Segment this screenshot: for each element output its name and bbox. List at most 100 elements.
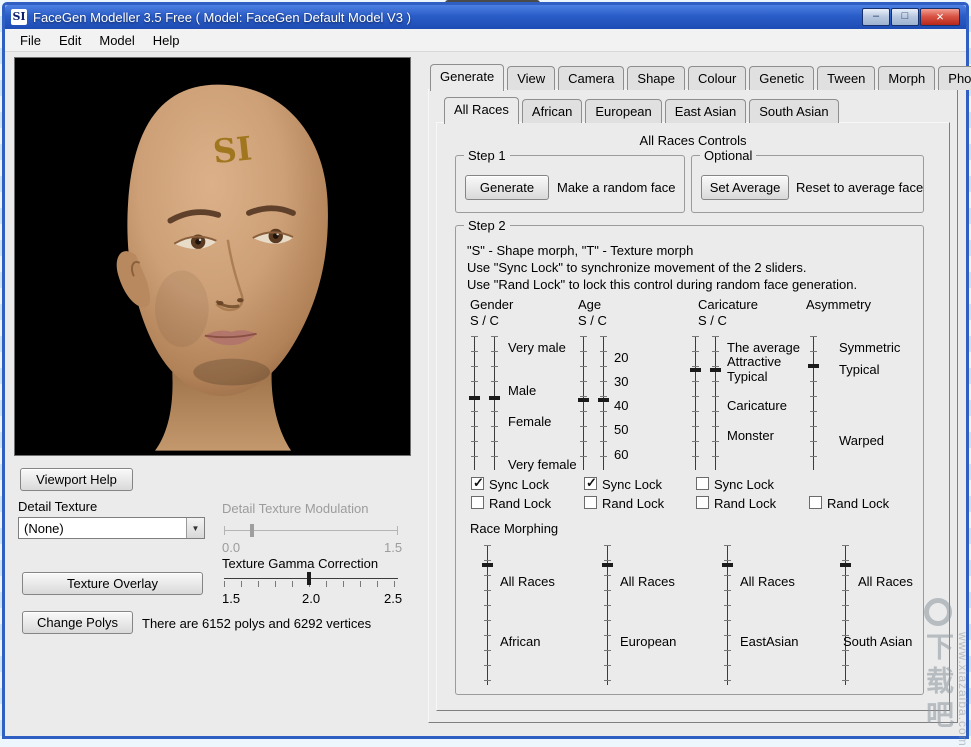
gender-label-3: Female — [508, 414, 551, 429]
caricature-rand-lock-checkbox[interactable] — [696, 496, 709, 509]
race-morph-bottom-label-2: European — [620, 634, 676, 649]
tab-all-races[interactable]: All Races — [444, 97, 519, 124]
change-polys-button[interactable]: Change Polys — [22, 611, 133, 634]
detail-texture-label: Detail Texture — [18, 499, 97, 514]
race-morph-bottom-label-1: African — [500, 634, 540, 649]
window-controls: – □ × — [862, 8, 960, 26]
modulation-min-label: 0.0 — [222, 540, 240, 555]
tab-east-asian[interactable]: East Asian — [665, 99, 746, 123]
slider-handle[interactable] — [598, 398, 609, 402]
age-sync-lock-label: Sync Lock — [602, 477, 662, 492]
race-morph-top-label-3: All Races — [740, 574, 795, 589]
maximize-button[interactable]: □ — [891, 8, 919, 26]
caricature-label-3: Typical — [727, 369, 767, 384]
gender-colour-slider[interactable] — [490, 336, 499, 470]
texture-overlay-button[interactable]: Texture Overlay — [22, 572, 203, 595]
slider-handle[interactable] — [808, 364, 819, 368]
race-morph-top-label-2: All Races — [620, 574, 675, 589]
set-average-description: Reset to average face — [796, 180, 923, 195]
step2-info-line-2: Use "Sync Lock" to synchronize movement … — [467, 260, 806, 275]
gender-rand-lock-checkbox[interactable] — [471, 496, 484, 509]
race-morph-slider-european[interactable] — [603, 545, 612, 685]
caricature-colour-slider[interactable] — [711, 336, 720, 470]
age-label-30: 30 — [614, 374, 628, 389]
slider-handle[interactable] — [710, 368, 721, 372]
age-shape-slider[interactable] — [579, 336, 588, 470]
menu-file[interactable]: File — [11, 30, 50, 51]
tab-camera[interactable]: Camera — [558, 66, 624, 90]
3d-viewport[interactable]: SI — [14, 57, 411, 456]
gender-shape-slider[interactable] — [470, 336, 479, 470]
caricature-shape-slider[interactable] — [691, 336, 700, 470]
minimize-button[interactable]: – — [862, 8, 890, 26]
menu-help[interactable]: Help — [144, 30, 189, 51]
gender-sync-lock-checkbox[interactable] — [471, 477, 484, 490]
detail-texture-modulation-label: Detail Texture Modulation — [222, 501, 368, 516]
slider-handle[interactable] — [690, 368, 701, 372]
chevron-down-icon[interactable]: ▼ — [186, 518, 204, 538]
race-morph-bottom-label-3: EastAsian — [740, 634, 799, 649]
app-icon: SI — [11, 9, 27, 25]
menu-edit[interactable]: Edit — [50, 30, 90, 51]
tab-colour[interactable]: Colour — [688, 66, 746, 90]
race-morph-top-label-1: All Races — [500, 574, 555, 589]
age-label-50: 50 — [614, 422, 628, 437]
tab-african[interactable]: African — [522, 99, 582, 123]
detail-texture-select[interactable]: (None) ▼ — [18, 517, 205, 539]
texture-gamma-label: Texture Gamma Correction — [222, 556, 378, 571]
caricature-subheader: S / C — [698, 313, 727, 328]
step1-legend: Step 1 — [464, 148, 510, 163]
caricature-label-1: The average — [727, 340, 800, 355]
menu-model[interactable]: Model — [90, 30, 143, 51]
age-colour-slider[interactable] — [599, 336, 608, 470]
race-morph-bottom-label-4: South Asian — [843, 634, 912, 649]
race-morph-slider-eastasian[interactable] — [723, 545, 732, 685]
tab-shape[interactable]: Shape — [627, 66, 685, 90]
asymmetry-rand-lock-checkbox[interactable] — [809, 496, 822, 509]
caricature-sync-lock-label: Sync Lock — [714, 477, 774, 492]
tab-european[interactable]: European — [585, 99, 661, 123]
race-morph-slider-african[interactable] — [483, 545, 492, 685]
age-label-40: 40 — [614, 398, 628, 413]
close-button[interactable]: × — [920, 8, 960, 26]
slider-handle[interactable] — [722, 563, 733, 567]
gender-label-1: Very male — [508, 340, 566, 355]
tab-photofit[interactable]: PhotoFit — [938, 66, 971, 90]
tab-tween[interactable]: Tween — [817, 66, 875, 90]
gamma-tick-2: 2.0 — [302, 591, 320, 606]
detail-texture-modulation-slider — [224, 523, 398, 539]
age-sync-lock-checkbox[interactable] — [584, 477, 597, 490]
window-title: FaceGen Modeller 3.5 Free ( Model: FaceG… — [33, 10, 862, 25]
age-subheader: S / C — [578, 313, 607, 328]
caricature-sync-lock-checkbox[interactable] — [696, 477, 709, 490]
main-tabs: Generate View Camera Shape Colour Geneti… — [430, 64, 971, 90]
titlebar: SI FaceGen Modeller 3.5 Free ( Model: Fa… — [5, 5, 966, 29]
viewport-help-button[interactable]: Viewport Help — [20, 468, 133, 491]
slider-handle[interactable] — [840, 563, 851, 567]
tab-view[interactable]: View — [507, 66, 555, 90]
tab-south-asian[interactable]: South Asian — [749, 99, 838, 123]
slider-handle[interactable] — [307, 572, 311, 585]
caricature-label-2: Attractive — [727, 354, 781, 369]
slider-handle[interactable] — [578, 398, 589, 402]
slider-handle[interactable] — [602, 563, 613, 567]
generate-description: Make a random face — [557, 180, 676, 195]
tab-genetic[interactable]: Genetic — [749, 66, 814, 90]
texture-gamma-slider[interactable] — [224, 571, 398, 587]
asymmetry-header: Asymmetry — [806, 297, 871, 312]
slider-handle[interactable] — [469, 396, 480, 400]
gamma-tick-3: 2.5 — [384, 591, 402, 606]
tab-generate[interactable]: Generate — [430, 64, 504, 91]
tab-morph[interactable]: Morph — [878, 66, 935, 90]
generate-button[interactable]: Generate — [465, 175, 549, 200]
face-render: SI — [40, 64, 385, 454]
gender-rand-lock-label: Rand Lock — [489, 496, 551, 511]
set-average-button[interactable]: Set Average — [701, 175, 789, 200]
age-rand-lock-checkbox[interactable] — [584, 496, 597, 509]
slider-handle[interactable] — [482, 563, 493, 567]
race-morph-slider-southasian[interactable] — [841, 545, 850, 685]
asymmetry-slider[interactable] — [809, 336, 818, 470]
step2-info-line-3: Use "Rand Lock" to lock this control dur… — [467, 277, 857, 292]
slider-handle[interactable] — [489, 396, 500, 400]
age-rand-lock-label: Rand Lock — [602, 496, 664, 511]
